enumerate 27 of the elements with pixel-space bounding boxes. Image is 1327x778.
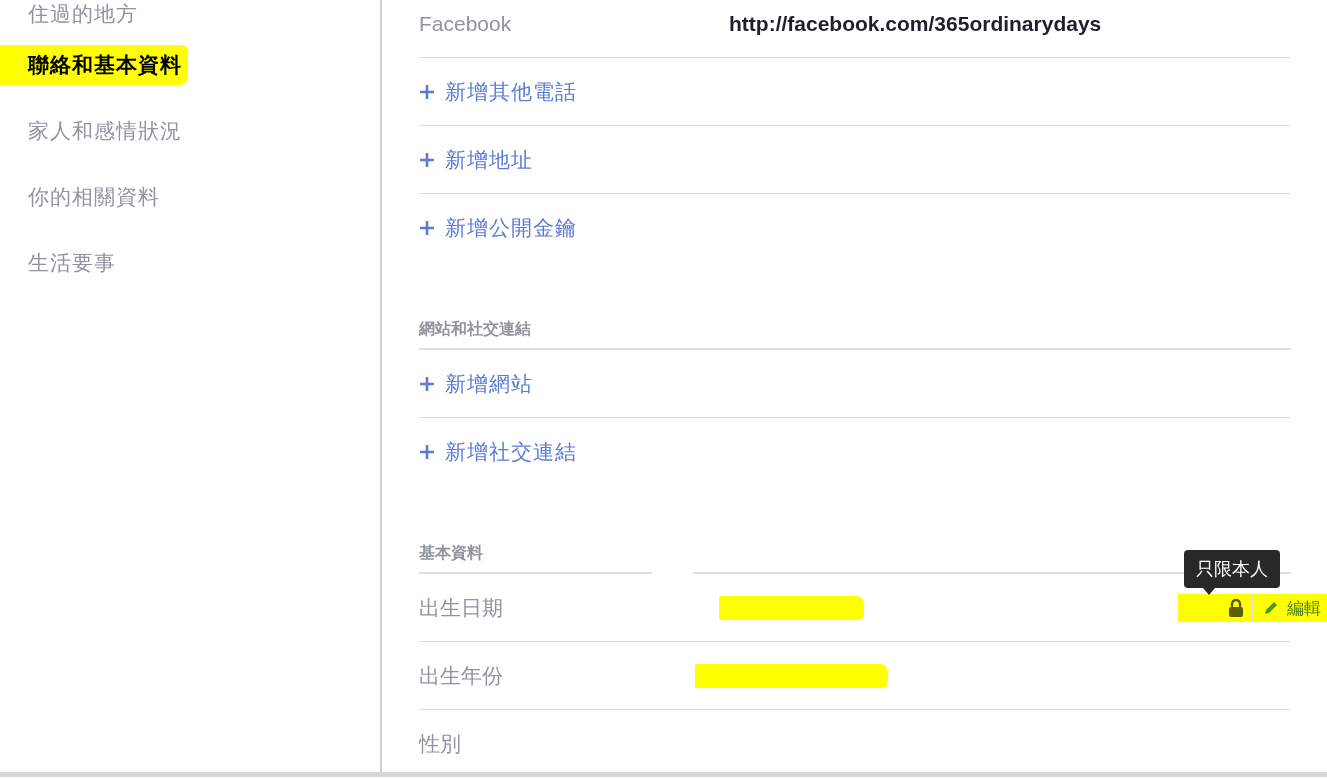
plus-icon <box>419 443 435 460</box>
add-link[interactable]: 新增網站 <box>419 369 533 398</box>
add-link[interactable]: 新增社交連結 <box>419 437 577 466</box>
field-label: 出生日期 <box>419 594 504 621</box>
tooltip: 只限本人 <box>1184 550 1280 588</box>
sidebar-item[interactable]: 你的相關資料 <box>0 177 166 217</box>
section-heading: 基本資料 <box>419 543 652 574</box>
plus-icon <box>419 151 435 168</box>
sidebar-item[interactable]: 聯絡和基本資料 <box>0 45 188 85</box>
pencil-icon <box>1263 600 1279 616</box>
field-label: 性別 <box>419 730 462 757</box>
plus-icon <box>419 83 435 100</box>
sidebar-item[interactable]: 住過的地方 <box>0 0 144 34</box>
sidebar-item[interactable]: 家人和感情狀況 <box>0 111 188 151</box>
tooltip-pointer-icon <box>1203 588 1215 595</box>
add-link[interactable]: 新增地址 <box>419 145 533 174</box>
plus-icon <box>419 375 435 392</box>
field-label: Facebook <box>419 11 513 36</box>
lock-icon[interactable] <box>1228 599 1244 617</box>
field-value: http://facebook.com/365ordinarydays <box>729 11 1102 36</box>
field-label: 出生年份 <box>419 662 504 689</box>
sidebar-item[interactable]: 生活要事 <box>0 243 122 283</box>
plus-icon <box>419 219 435 236</box>
add-link[interactable]: 新增其他電話 <box>419 77 577 106</box>
section-heading: 網站和社交連結 <box>419 319 1291 350</box>
edit-link[interactable]: 編輯 <box>1263 596 1321 620</box>
add-link[interactable]: 新增公開金鑰 <box>419 213 577 242</box>
